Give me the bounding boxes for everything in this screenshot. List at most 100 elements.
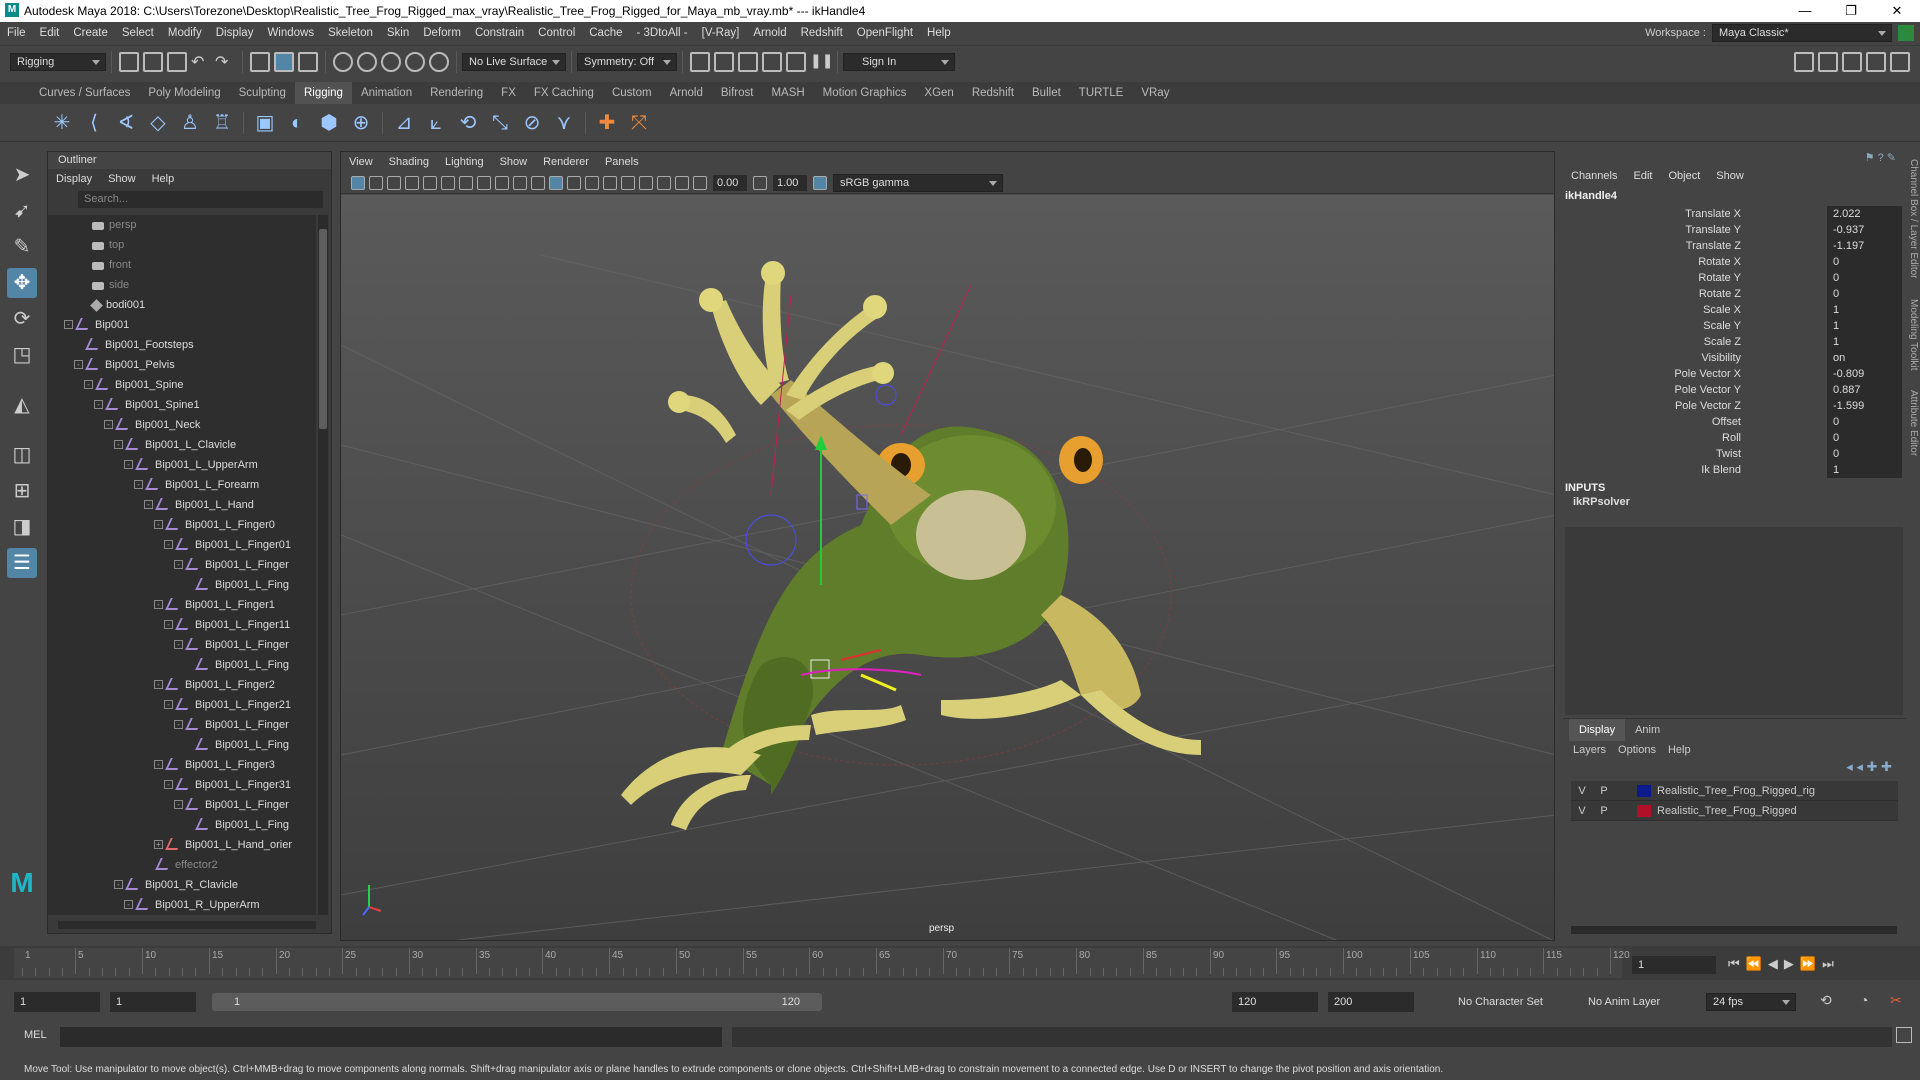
menu-openflight[interactable]: OpenFlight	[850, 22, 920, 44]
help-icon[interactable]: ?	[1878, 152, 1884, 164]
outliner-item[interactable]: bodi001	[48, 295, 316, 315]
expand-toggle-icon[interactable]: -	[134, 480, 143, 489]
layer-name[interactable]: Realistic_Tree_Frog_Rigged_rig	[1657, 781, 1815, 801]
outliner-item[interactable]: - Bip001_L_Finger3	[48, 755, 316, 775]
expand-toggle-icon[interactable]: -	[74, 360, 83, 369]
quick-rig-icon[interactable]: ♖	[209, 110, 235, 136]
step-forward-icon[interactable]: ⏩	[1800, 956, 1822, 971]
expand-toggle-icon[interactable]: -	[154, 760, 163, 769]
layer-color-swatch[interactable]	[1637, 784, 1651, 797]
parent-constraint-icon[interactable]: ⊘	[519, 110, 545, 136]
colorspace-dropdown[interactable]: sRGB gamma	[833, 173, 1003, 192]
pole-vector-icon[interactable]: ⋎	[551, 110, 577, 136]
select-component-icon[interactable]	[298, 52, 318, 72]
modeling-toolkit-icon[interactable]	[1794, 52, 1814, 72]
outliner-item[interactable]: - Bip001	[48, 315, 316, 335]
menu-select[interactable]: Select	[115, 22, 161, 44]
select-tool-icon[interactable]: ➤	[7, 160, 37, 190]
expand-toggle-icon[interactable]: -	[174, 800, 183, 809]
anim-layer[interactable]: No Anim Layer	[1588, 992, 1660, 1012]
channel-attribute-label[interactable]: Rotate X	[1698, 254, 1741, 270]
outliner-item[interactable]: - Bip001_L_Finger2	[48, 675, 316, 695]
gamma-icon[interactable]	[753, 175, 767, 190]
ik-spline-icon[interactable]: ∢	[113, 110, 139, 136]
layer-menu-help[interactable]: Help	[1662, 741, 1697, 759]
shelf-tab-turtle[interactable]: TURTLE	[1070, 82, 1133, 104]
channel-attribute-value[interactable]: 1	[1827, 302, 1902, 318]
pin-icon[interactable]: ⚑	[1865, 152, 1875, 164]
paint-weights-icon[interactable]: ◐	[284, 110, 310, 136]
single-view-icon[interactable]: ◫	[7, 440, 37, 470]
outliner-item[interactable]: - Bip001_Spine1	[48, 395, 316, 415]
expand-toggle-icon[interactable]: -	[114, 440, 123, 449]
outliner-item[interactable]: - Bip001_Spine	[48, 375, 316, 395]
smooth-shade-icon[interactable]	[549, 175, 563, 190]
menu-display[interactable]: Display	[209, 22, 261, 44]
close-button[interactable]: ✕	[1874, 0, 1920, 22]
lock-icon[interactable]	[1898, 25, 1914, 41]
channel-attribute-label[interactable]: Ik Blend	[1701, 462, 1741, 478]
shadows-icon[interactable]	[603, 175, 617, 190]
outliner-item[interactable]: Bip001_L_Fing	[48, 575, 316, 595]
expand-toggle-icon[interactable]: -	[124, 460, 133, 469]
outliner-item[interactable]: side	[48, 275, 316, 295]
menu-cache[interactable]: Cache	[582, 22, 629, 44]
layer-visibility-toggle[interactable]: V	[1571, 801, 1593, 821]
shelf-tab-bifrost[interactable]: Bifrost	[712, 82, 763, 104]
pause-icon[interactable]: ❚❚	[810, 52, 833, 72]
live-surface-field[interactable]: No Live Surface	[462, 53, 566, 71]
two-view-icon[interactable]: ◨	[7, 512, 37, 542]
channel-attribute-value[interactable]: 1	[1827, 334, 1902, 350]
layer-color-swatch[interactable]	[1637, 804, 1651, 817]
wireframe-icon[interactable]	[531, 175, 545, 190]
outliner-item[interactable]: - Bip001_L_Finger31	[48, 775, 316, 795]
outliner-item[interactable]: Bip001_Footsteps	[48, 335, 316, 355]
channel-attribute-label[interactable]: Roll	[1722, 430, 1741, 446]
outliner-item[interactable]: front	[48, 255, 316, 275]
create-joint-icon[interactable]: ✳	[49, 110, 75, 136]
channel-attribute-label[interactable]: Translate Y	[1685, 222, 1741, 238]
menu-skeleton[interactable]: Skeleton	[321, 22, 380, 44]
shelf-tab-animation[interactable]: Animation	[352, 82, 421, 104]
outliner-item[interactable]: - Bip001_Neck	[48, 415, 316, 435]
outliner-item[interactable]: Bip001_L_Fing	[48, 815, 316, 835]
channel-attribute-label[interactable]: Scale X	[1703, 302, 1741, 318]
four-view-icon[interactable]: ⊞	[7, 476, 37, 506]
menu-control[interactable]: Control	[531, 22, 582, 44]
channel-attribute-label[interactable]: Translate Z	[1686, 238, 1741, 254]
expand-toggle-icon[interactable]: -	[164, 700, 173, 709]
insert-joint-icon[interactable]: ◇	[145, 110, 171, 136]
outliner-item[interactable]: - Bip001_L_Finger	[48, 635, 316, 655]
outliner-item[interactable]: - Bip001_L_Finger	[48, 715, 316, 735]
resolution-gate-icon[interactable]	[459, 175, 473, 190]
character-controls-icon[interactable]	[1818, 52, 1838, 72]
expand-toggle-icon[interactable]: -	[174, 560, 183, 569]
expand-toggle-icon[interactable]: -	[154, 520, 163, 529]
channel-attribute-label[interactable]: Scale Y	[1703, 318, 1741, 334]
safe-action-icon[interactable]	[513, 175, 527, 190]
ipr-render-icon[interactable]	[738, 52, 758, 72]
outliner-item[interactable]: - Bip001_L_Finger1	[48, 595, 316, 615]
menu-3dtoall[interactable]: - 3DtoAll -	[630, 22, 695, 44]
outliner-horizontal-scrollbar[interactable]	[58, 921, 316, 929]
animation-start-field[interactable]: 1	[14, 992, 100, 1012]
snap-view-icon[interactable]	[405, 52, 425, 72]
menu-modify[interactable]: Modify	[161, 22, 209, 44]
side-tab-modeling-toolkit[interactable]: Modeling Toolkit	[1908, 299, 1919, 371]
layer-tab-display[interactable]: Display	[1569, 719, 1626, 741]
channel-attribute-label[interactable]: Pole Vector Y	[1675, 382, 1741, 398]
outliner-item[interactable]: - Bip001_L_Finger21	[48, 695, 316, 715]
locator-icon[interactable]: ✚	[594, 110, 620, 136]
viewport-menu-lighting[interactable]: Lighting	[437, 152, 492, 172]
ik-handle-icon[interactable]: ⟨	[81, 110, 107, 136]
channel-attribute-label[interactable]: Rotate Z	[1699, 286, 1741, 302]
layer-row[interactable]: V P Realistic_Tree_Frog_Rigged_rig	[1571, 781, 1898, 801]
layer-playback-toggle[interactable]: P	[1593, 781, 1615, 801]
ambient-occlusion-icon[interactable]	[621, 175, 635, 190]
tool-settings-icon[interactable]	[1866, 52, 1886, 72]
layer-scrollbar[interactable]	[1571, 926, 1897, 934]
channel-attribute-label[interactable]: Offset	[1712, 414, 1741, 430]
outliner-item[interactable]: - Bip001_L_UpperArm	[48, 455, 316, 475]
bind-skin-icon[interactable]: ▣	[252, 110, 278, 136]
animation-preferences-icon[interactable]: ✂	[1890, 992, 1910, 1012]
